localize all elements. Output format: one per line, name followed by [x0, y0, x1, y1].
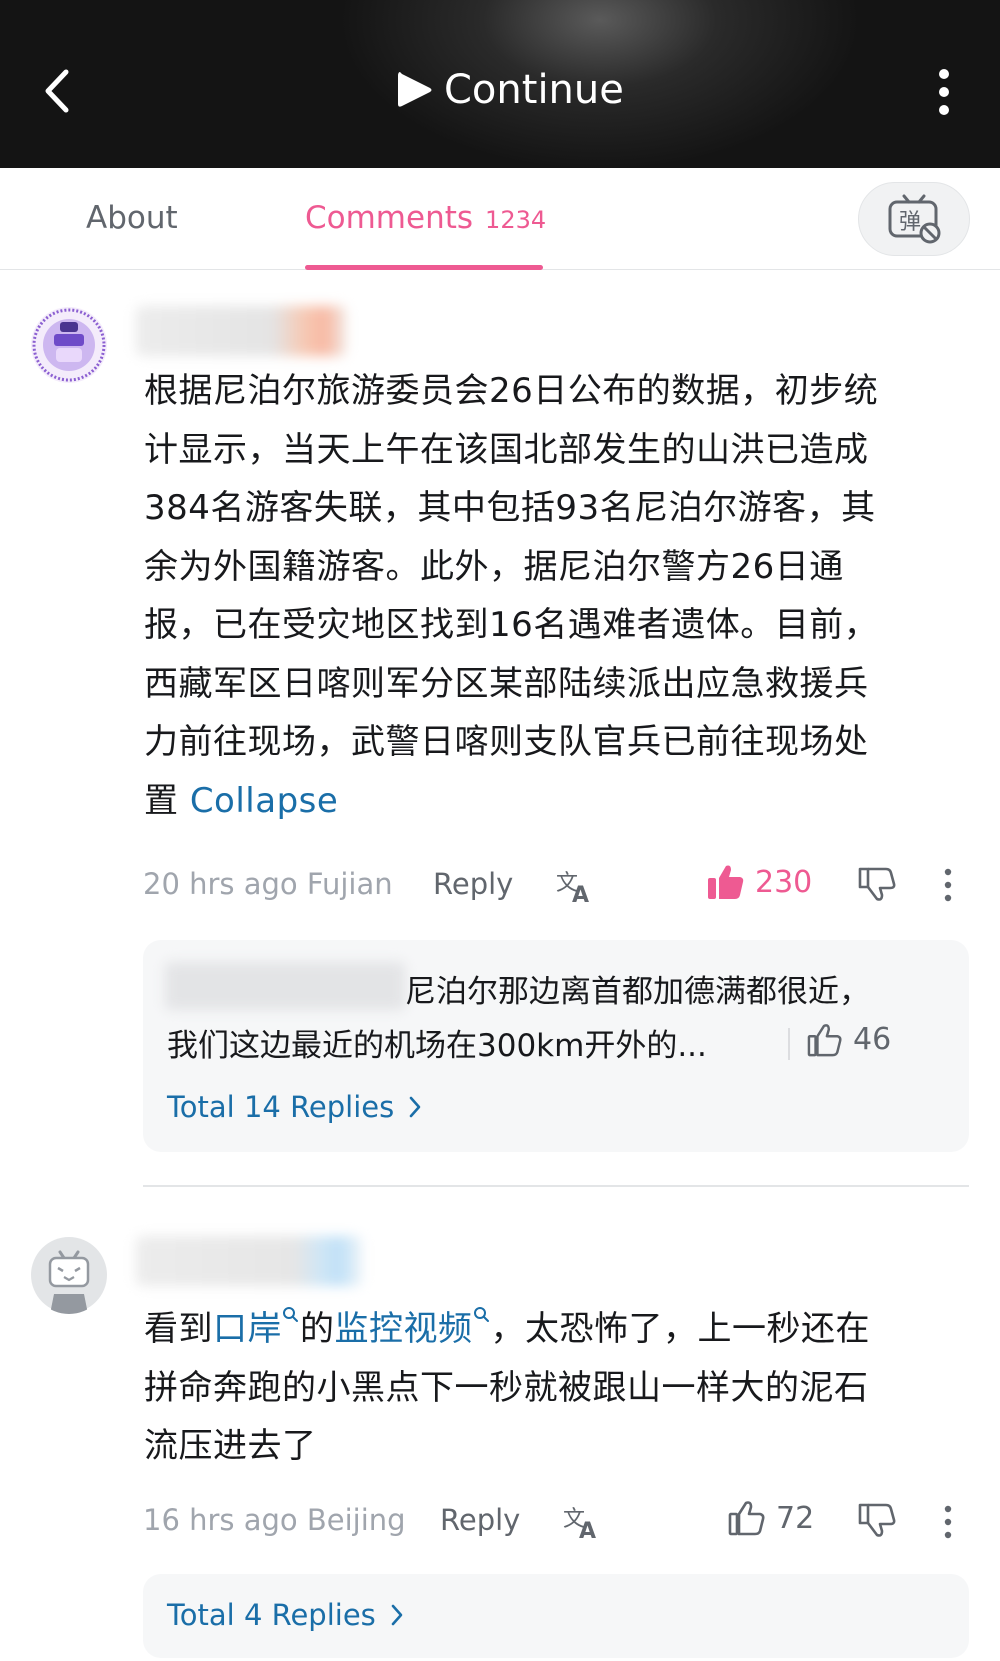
thumbs-up-filled-icon [708, 865, 744, 899]
chevron-right-icon [409, 1096, 421, 1118]
comment-line: 看到口岸 的监控视频 ，太恐怖了，上一秒还在 [144, 1300, 964, 1359]
video-header: Continue [0, 0, 1000, 168]
more-options-button[interactable] [932, 68, 956, 116]
tab-about[interactable]: About [86, 200, 178, 236]
reply-preview-box[interactable]: Total 4 Replies [143, 1574, 969, 1658]
reply-preview-line: 尼泊尔那边离首都加德满都很近， [405, 974, 870, 1010]
comment-line: 置 Collapse [144, 772, 964, 831]
reply-preview-separator [788, 1028, 790, 1060]
collapse-link[interactable]: Collapse [190, 781, 338, 821]
search-link-kouan[interactable]: 口岸 [213, 1307, 300, 1349]
svg-text:A: A [579, 1519, 596, 1542]
dislike-button[interactable] [858, 866, 896, 906]
search-link-label: 口岸 [213, 1309, 282, 1349]
reply-button[interactable]: Reply [433, 867, 513, 901]
username-blurred [136, 306, 346, 356]
tab-comments-count: 1234 [485, 206, 547, 234]
reply-preview-line: 我们这边最近的机场在300km开外的... [167, 1028, 707, 1064]
total-replies-label: Total 14 Replies [167, 1090, 395, 1124]
username-blurred [136, 1236, 362, 1286]
total-replies-label: Total 4 Replies [167, 1598, 376, 1632]
total-replies-link[interactable]: Total 14 Replies [167, 1090, 422, 1124]
thumbs-up-icon [728, 1501, 765, 1536]
comment-segment: ，太恐怖了，上一秒还在 [490, 1309, 870, 1349]
like-count: 72 [776, 1500, 815, 1536]
comment-line: 余为外国籍游客。此外，据尼泊尔警方26日通 [144, 546, 844, 587]
translate-button[interactable]: 文 A [556, 866, 596, 910]
comment-line: 报，已在受灾地区找到16名遇难者遗体。目前， [144, 605, 879, 645]
reply-like-button[interactable]: 46 [807, 1022, 891, 1057]
play-icon [398, 72, 432, 107]
active-tab-indicator [305, 265, 543, 270]
avatar[interactable] [30, 1236, 108, 1314]
comment-line: 流压进去了 [144, 1426, 317, 1466]
search-link-label: 监控视频 [334, 1309, 473, 1349]
thumbs-up-icon [807, 1023, 842, 1056]
comment-line: 根据尼泊尔旅游委员会26日公布的数据，初步统 [144, 371, 879, 411]
reply-username-blurred [165, 962, 405, 1010]
comment-line-end: 置 [144, 780, 179, 821]
more-vertical-icon [939, 69, 949, 115]
reply-preview-box[interactable]: 尼泊尔那边离首都加德满都很近， 我们这边最近的机场在300km开外的... 46… [143, 940, 969, 1152]
comment-divider [143, 1185, 969, 1187]
danmaku-toggle-button[interactable]: 弹 [858, 182, 970, 256]
comment-line: 拼命奔跑的小黑点下一秒就被跟山一样大的泥石 [144, 1367, 869, 1408]
search-icon [473, 1307, 489, 1322]
more-vertical-icon [944, 1505, 952, 1539]
tab-bar: About Comments 1234 弹 [0, 168, 1000, 270]
more-vertical-icon [944, 868, 952, 902]
comment-more-button[interactable] [943, 867, 953, 903]
continue-button[interactable]: Continue [394, 60, 624, 120]
thumbs-down-icon [858, 867, 896, 901]
translate-icon: 文 A [556, 871, 589, 908]
comment-text: 根据尼泊尔旅游委员会26日公布的数据，初步统 计显示，当天上午在该国北部发生的山… [144, 362, 964, 830]
comment-segment: 的 [300, 1309, 335, 1349]
svg-text:弹: 弹 [899, 210, 921, 235]
danmaku-icon: 弹 [888, 194, 941, 244]
comment-time-location: 16 hrs ago Beijing [143, 1503, 406, 1537]
comment-segment: 看到 [144, 1309, 213, 1349]
comment-line: 西藏军区日喀则军分区某部陆续派出应急救援兵 [144, 663, 869, 704]
like-button[interactable]: 230 [707, 864, 812, 900]
dislike-button[interactable] [858, 1502, 896, 1542]
like-count: 230 [755, 864, 813, 900]
translate-button[interactable]: 文 A [563, 1502, 603, 1546]
thumbs-down-icon [858, 1503, 896, 1537]
comment-line: 384名游客失联，其中包括93名尼泊尔游客，其 [144, 488, 876, 528]
search-icon [283, 1307, 298, 1322]
comment-more-button[interactable] [943, 1504, 953, 1540]
reply-button[interactable]: Reply [440, 1503, 520, 1537]
svg-text:A: A [572, 883, 589, 906]
tab-comments[interactable]: Comments 1234 [305, 200, 546, 236]
comment-time-location: 20 hrs ago Fujian [143, 867, 393, 901]
translate-icon: 文 A [563, 1507, 596, 1544]
continue-label: Continue [444, 67, 624, 113]
back-button[interactable] [38, 66, 78, 116]
avatar[interactable] [30, 306, 108, 384]
comment-text: 看到口岸 的监控视频 ，太恐怖了，上一秒还在 拼命奔跑的小黑点下一秒就被跟山一样大的… [144, 1300, 964, 1476]
like-button[interactable]: 72 [728, 1500, 814, 1536]
reply-like-count: 46 [853, 1022, 892, 1057]
comment-line: 计显示，当天上午在该国北部发生的山洪已造成 [144, 429, 869, 470]
comment-line: 力前往现场，武警日喀则支队官兵已前往现场处 [144, 722, 869, 762]
total-replies-link[interactable]: Total 4 Replies [167, 1598, 404, 1632]
chevron-right-icon [391, 1604, 403, 1626]
back-arrow-icon [45, 69, 69, 113]
search-link-jiankong[interactable]: 监控视频 [334, 1307, 491, 1349]
tab-comments-label: Comments [305, 200, 474, 236]
